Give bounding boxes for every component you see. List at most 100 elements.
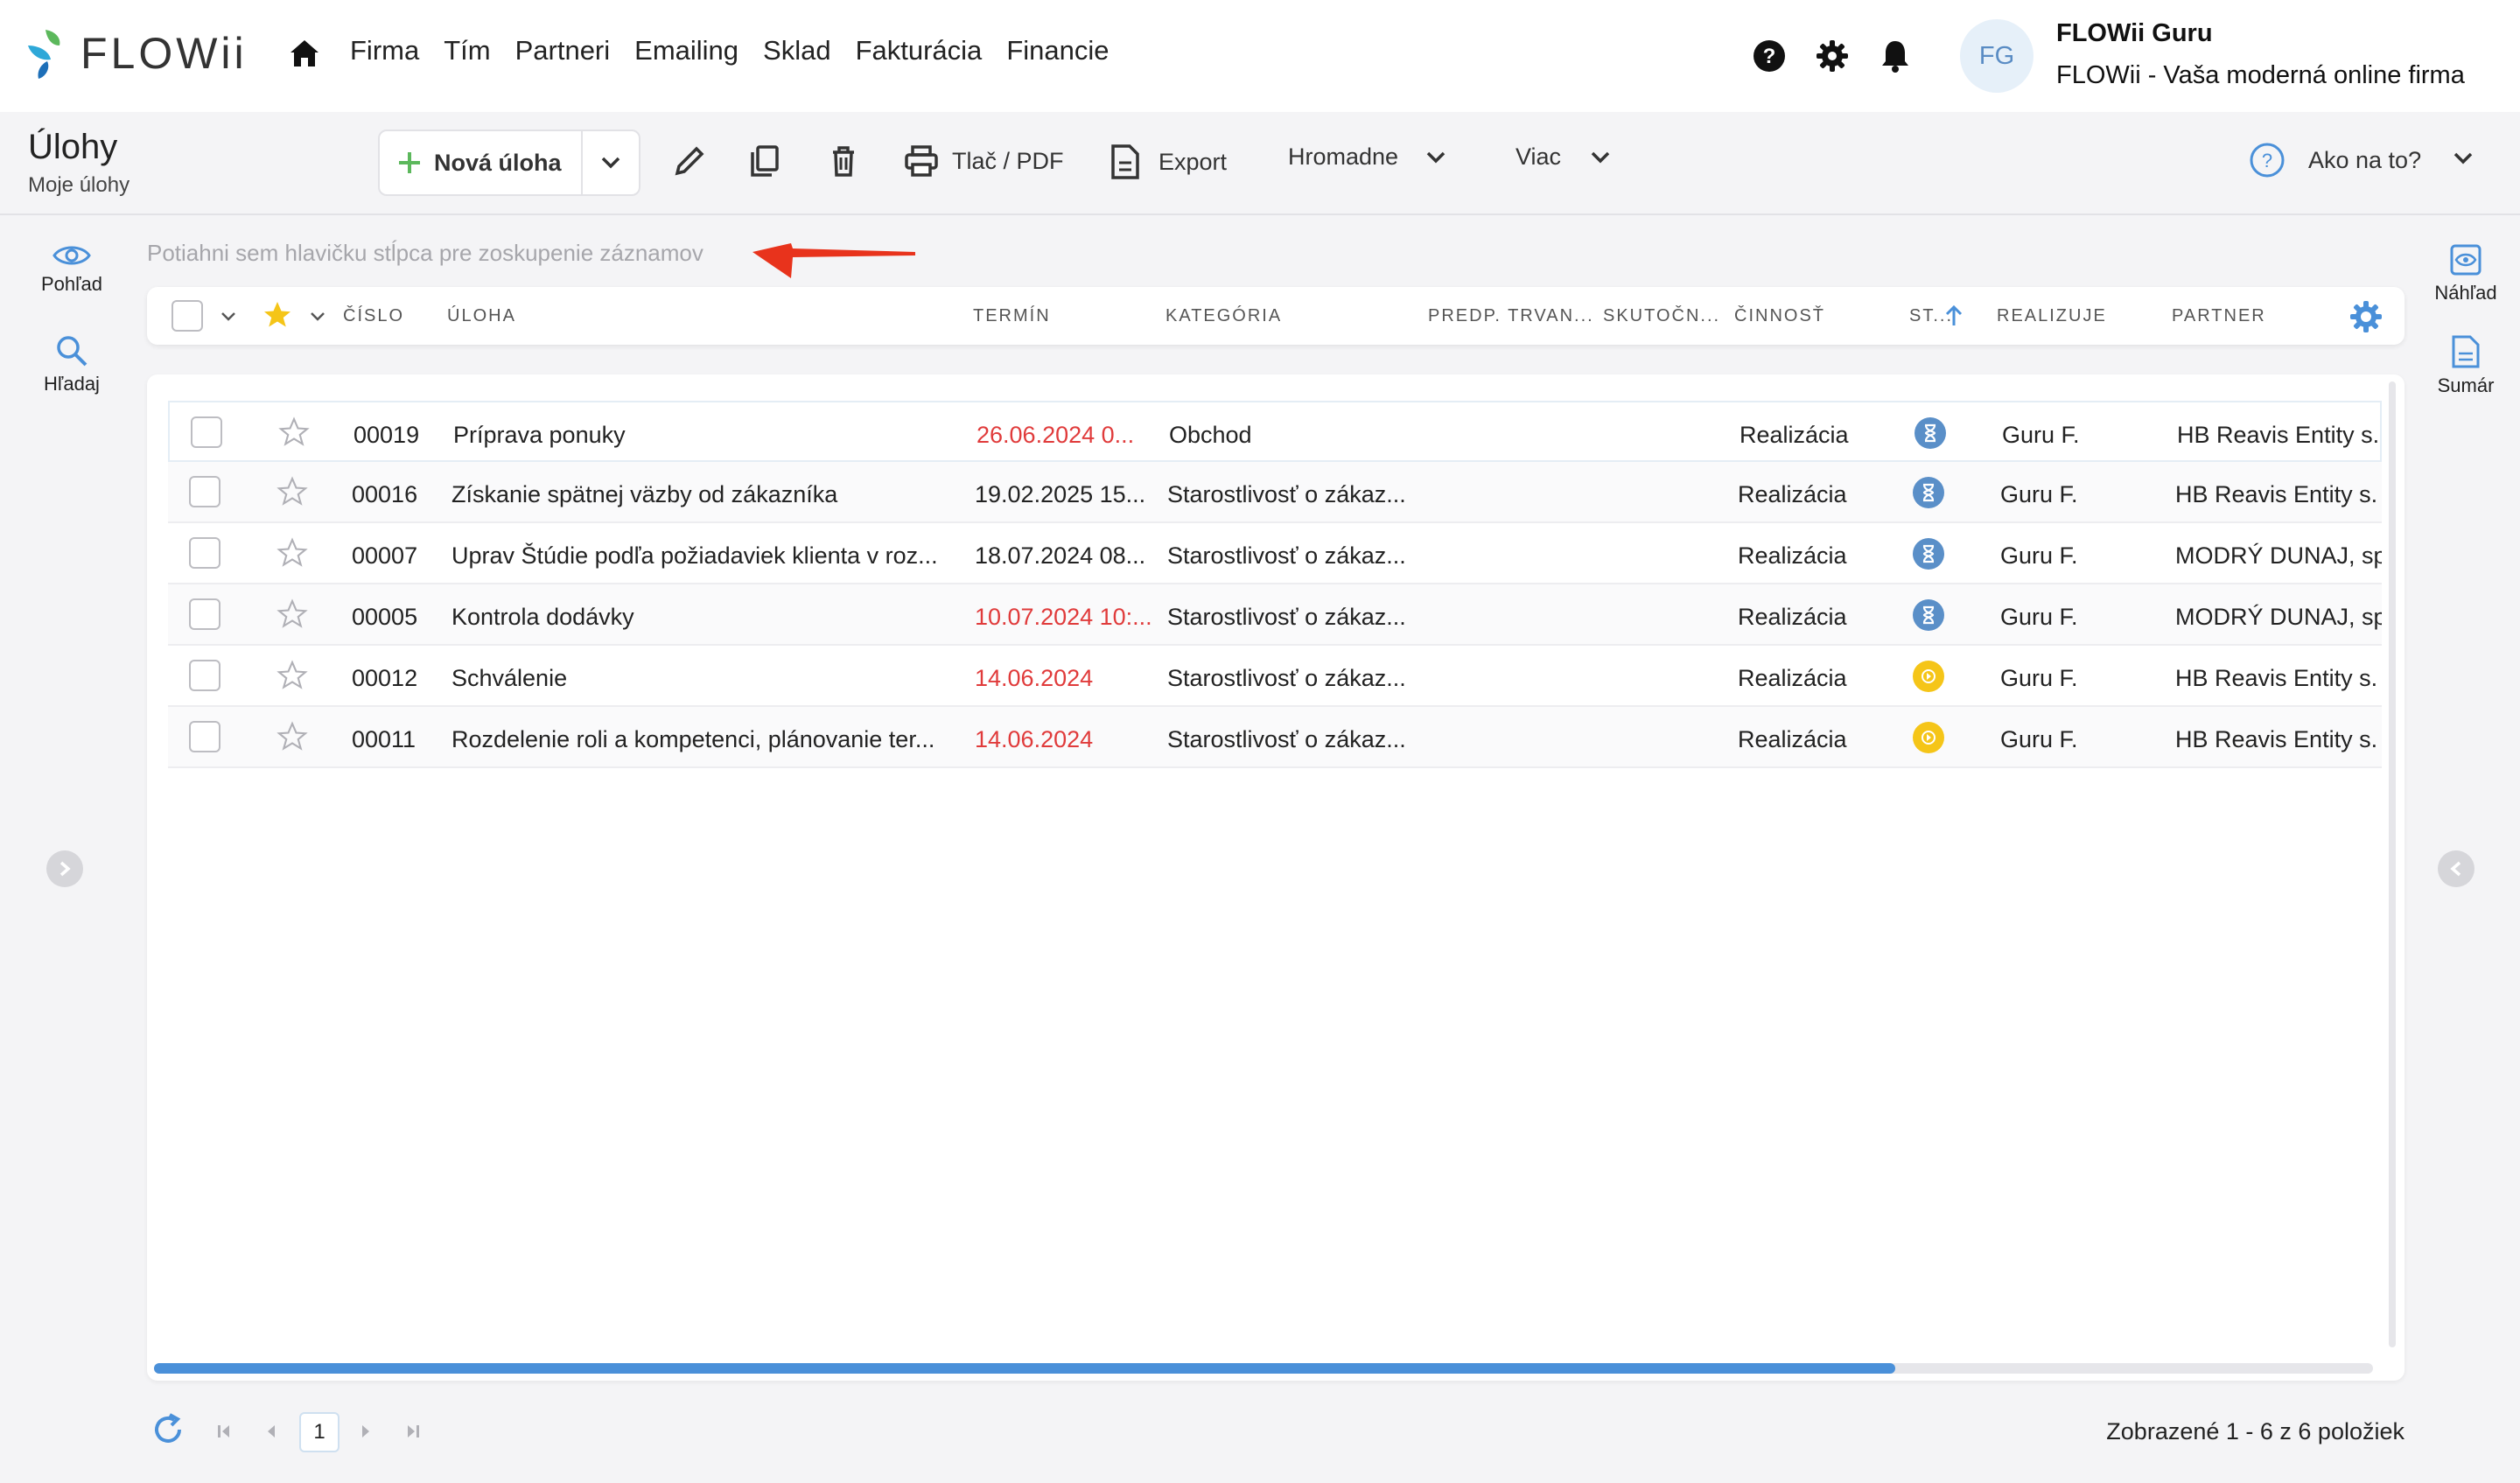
next-page-button[interactable] [357, 1423, 374, 1440]
user-company[interactable]: FLOWii - Vaša moderná online firma [2056, 61, 2465, 90]
task-number: 00007 [352, 542, 418, 569]
task-assignee: Guru F. [2000, 481, 2078, 507]
annotation-arrow-icon [751, 226, 917, 282]
user-name[interactable]: FLOWii Guru [2056, 19, 2213, 48]
bulk-actions-dropdown[interactable]: Hromadne [1288, 143, 1446, 171]
delete-button[interactable] [826, 143, 861, 178]
sort-ascending-icon[interactable] [1944, 304, 1964, 327]
flowii-logo[interactable]: FLOWii [26, 26, 248, 80]
export-button[interactable]: Export [1110, 143, 1227, 180]
document-icon [1111, 144, 1139, 179]
task-title: Kontrola dodávky [452, 604, 634, 630]
print-pdf-button[interactable]: Tlač / PDF [903, 143, 1064, 178]
column-settings-gear-icon[interactable] [2348, 299, 2384, 334]
question-circle-icon[interactable]: ? [2249, 142, 2286, 178]
horizontal-scrollbar-thumb[interactable] [154, 1363, 1895, 1374]
task-activity: Realizácia [1738, 481, 1847, 507]
nav-item-fakturacia[interactable]: Fakturácia [856, 35, 983, 66]
svg-text:?: ? [1763, 45, 1776, 68]
table-row[interactable]: 00005 Kontrola dodávky 10.07.2024 10:... St… [168, 584, 2382, 646]
new-task-dropdown[interactable] [583, 157, 639, 169]
preview-button[interactable]: Náhľad [2429, 243, 2502, 304]
home-icon[interactable] [289, 38, 320, 68]
column-header-partner[interactable]: PARTNER [2172, 306, 2266, 326]
task-partner: HB Reavis Entity s. [2175, 665, 2378, 691]
row-checkbox[interactable] [189, 476, 220, 507]
edit-button[interactable] [672, 143, 707, 178]
column-header-activity[interactable]: ČINNOSŤ [1734, 306, 1825, 326]
star-outline-icon[interactable] [278, 416, 310, 448]
select-all-checkbox[interactable] [172, 300, 203, 332]
first-page-button[interactable] [215, 1423, 233, 1440]
toolbar: Úlohy Moje úlohy Nová úloha Tlač / PDF E… [0, 112, 2520, 215]
row-checkbox[interactable] [191, 416, 222, 448]
nav-item-financie[interactable]: Financie [1006, 35, 1109, 66]
row-checkbox[interactable] [189, 537, 220, 569]
refresh-button[interactable] [150, 1412, 186, 1447]
column-header-estimated-duration[interactable]: PREDP. TRVAN... [1428, 306, 1594, 326]
nav-item-sklad[interactable]: Sklad [763, 35, 831, 66]
nav-item-partneri[interactable]: Partneri [515, 35, 611, 66]
table-row[interactable]: 00019 Príprava ponuky 26.06.2024 0... Obcho… [168, 401, 2382, 462]
group-drop-zone[interactable]: Potiahni sem hlavičku stĺpca pre zoskupe… [147, 240, 704, 267]
page-title: Úlohy [28, 128, 118, 166]
table-row[interactable]: 00012 Schválenie 14.06.2024 Starostlivosť o… [168, 646, 2382, 707]
row-checkbox[interactable] [189, 660, 220, 691]
hourglass-status-icon[interactable] [1913, 477, 1944, 508]
star-outline-icon[interactable] [276, 476, 308, 507]
chevron-down-icon[interactable] [220, 311, 236, 322]
chevron-right-icon [60, 861, 71, 877]
column-header-number[interactable]: ČÍSLO [343, 306, 404, 326]
star-outline-icon[interactable] [276, 721, 308, 752]
hourglass-status-icon[interactable] [1913, 599, 1944, 631]
last-page-button[interactable] [404, 1423, 422, 1440]
flowii-logo-icon [28, 30, 60, 79]
how-to-button[interactable]: Ako na to? [2308, 147, 2421, 174]
task-activity: Realizácia [1740, 422, 1849, 448]
star-outline-icon[interactable] [276, 660, 308, 691]
task-title: Získanie spätnej väzby od zákazníka [452, 481, 838, 507]
page-number[interactable]: 1 [299, 1412, 340, 1452]
search-button[interactable]: Hľadaj [35, 334, 108, 395]
expand-right-panel-button[interactable] [2438, 850, 2474, 887]
star-filled-icon[interactable] [261, 299, 294, 331]
nav-item-firma[interactable]: Firma [350, 35, 419, 66]
column-header-actual-duration[interactable]: SKUTOČN... [1603, 306, 1720, 326]
copy-button[interactable] [747, 143, 782, 178]
table-row[interactable]: 00007 Uprav Štúdie podľa požiadaviek klie… [168, 523, 2382, 584]
how-to-label: Ako na to? [2308, 147, 2422, 173]
avatar[interactable]: FG [1960, 19, 2034, 93]
star-outline-icon[interactable] [276, 537, 308, 569]
play-status-icon[interactable] [1913, 722, 1944, 753]
expand-left-panel-button[interactable] [46, 850, 83, 887]
column-header-assignee[interactable]: REALIZUJE [1997, 306, 2107, 326]
help-icon[interactable]: ? [1752, 38, 1787, 73]
task-assignee: Guru F. [2000, 542, 2078, 569]
previous-page-button[interactable] [262, 1423, 280, 1440]
row-checkbox[interactable] [189, 721, 220, 752]
new-task-button[interactable]: Nová úloha [380, 131, 583, 194]
table-row[interactable]: 00016 Získanie spätnej väzby od zákazníka… [168, 462, 2382, 523]
table-row[interactable]: 00011 Rozdelenie roli a kompetenci, pláno… [168, 707, 2382, 768]
gear-icon[interactable] [1815, 38, 1850, 73]
column-header-task[interactable]: ÚLOHA [447, 306, 516, 326]
hourglass-status-icon[interactable] [1914, 417, 1946, 449]
column-header-due-date[interactable]: TERMÍN [973, 306, 1051, 326]
summary-button[interactable]: Sumár [2429, 334, 2502, 397]
play-status-icon[interactable] [1913, 661, 1944, 692]
more-dropdown[interactable]: Viac [1516, 143, 1610, 171]
chevron-down-icon[interactable] [310, 311, 326, 322]
logo-text: FLOWii [80, 29, 248, 78]
column-header-category[interactable]: KATEGÓRIA [1166, 306, 1282, 326]
star-outline-icon[interactable] [276, 598, 308, 630]
vertical-scrollbar[interactable] [2389, 381, 2396, 1347]
hourglass-status-icon[interactable] [1913, 538, 1944, 570]
row-checkbox[interactable] [189, 598, 220, 630]
view-button[interactable]: Pohľad [35, 243, 108, 296]
bell-icon[interactable] [1880, 38, 1911, 73]
task-category: Obchod [1169, 422, 1252, 448]
nav-item-emailing[interactable]: Emailing [634, 35, 738, 66]
search-label: Hľadaj [44, 373, 100, 395]
how-to-dropdown[interactable] [2454, 152, 2473, 164]
nav-item-tim[interactable]: Tím [444, 35, 490, 66]
